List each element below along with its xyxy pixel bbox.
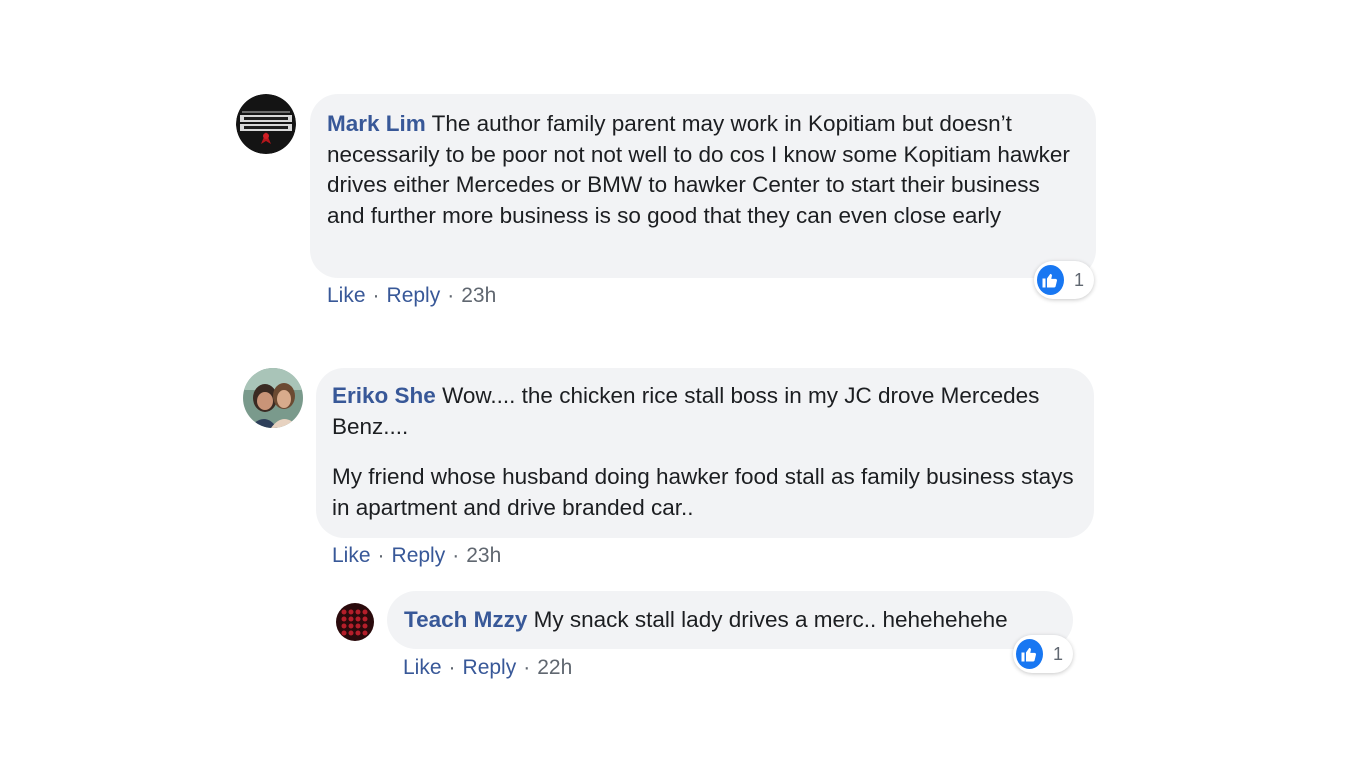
thumbs-up-icon	[1037, 265, 1064, 295]
separator: ·	[448, 656, 456, 679]
like-button[interactable]: Like	[332, 544, 371, 567]
comment-body: Wow.... the chicken rice stall boss in m…	[332, 383, 1040, 439]
comment-body: My snack stall lady drives a merc.. hehe…	[533, 607, 1008, 632]
reply-button[interactable]: Reply	[392, 544, 446, 567]
avatar-mark-lim[interactable]	[236, 94, 296, 154]
comment-text: Mark Lim The author family parent may wo…	[327, 109, 1076, 231]
comment-text: Teach Mzzy My snack stall lady drives a …	[404, 605, 1055, 636]
separator: ·	[447, 284, 455, 307]
reaction-count: 1	[1052, 643, 1063, 664]
comment-text-paragraph: My friend whose husband doing hawker foo…	[332, 464, 1074, 520]
avatar-eriko-she[interactable]	[243, 368, 303, 428]
comment-author-name[interactable]: Mark Lim	[327, 111, 426, 136]
comment-text: Eriko She Wow.... the chicken rice stall…	[332, 381, 1074, 442]
reaction-summary[interactable]: 1	[1034, 261, 1094, 299]
teach-mzzy-avatar-image	[336, 603, 374, 641]
comment-body: The author family parent may work in Kop…	[327, 111, 1070, 228]
comment-timestamp[interactable]: 23h	[466, 544, 501, 567]
comment-timestamp[interactable]: 23h	[461, 284, 496, 307]
comment-timestamp[interactable]: 22h	[537, 656, 572, 679]
mark-lim-avatar-image	[236, 94, 296, 154]
eriko-she-avatar-image	[243, 368, 303, 428]
like-button[interactable]: Like	[327, 284, 366, 307]
like-button[interactable]: Like	[403, 656, 442, 679]
thumbs-up-icon	[1016, 639, 1043, 669]
comment-author-name[interactable]: Teach Mzzy	[404, 607, 527, 632]
separator: ·	[372, 284, 380, 307]
reaction-count: 1	[1073, 269, 1084, 290]
reply-button[interactable]: Reply	[463, 656, 517, 679]
reaction-summary[interactable]: 1	[1013, 635, 1073, 673]
comment-actions: Like · Reply · 23h	[327, 284, 496, 308]
comment-author-name[interactable]: Eriko She	[332, 383, 436, 408]
comment-bubble-mark-lim: Mark Lim The author family parent may wo…	[310, 94, 1096, 278]
reply-button[interactable]: Reply	[387, 284, 441, 307]
separator: ·	[523, 656, 531, 679]
avatar-teach-mzzy[interactable]	[336, 603, 374, 641]
comment-bubble-eriko-she: Eriko She Wow.... the chicken rice stall…	[316, 368, 1094, 538]
comment-actions: Like · Reply · 22h	[403, 656, 572, 680]
comment-bubble-teach-mzzy: Teach Mzzy My snack stall lady drives a …	[387, 591, 1073, 649]
comment-actions: Like · Reply · 23h	[332, 544, 501, 568]
separator: ·	[377, 544, 385, 567]
separator: ·	[452, 544, 460, 567]
